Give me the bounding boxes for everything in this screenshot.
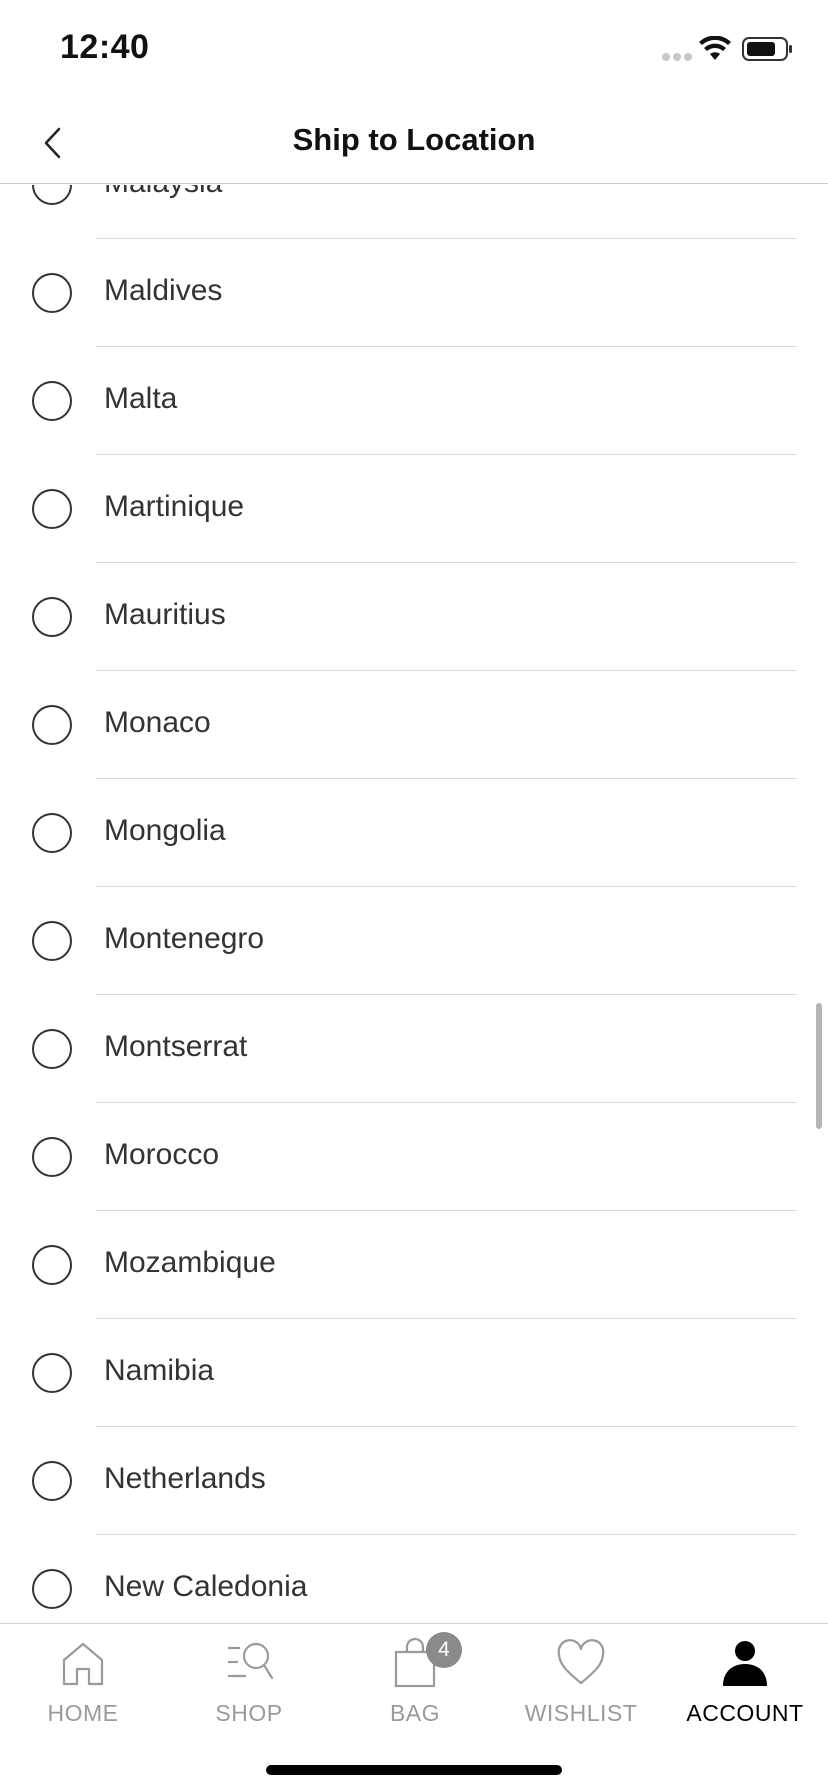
scrollbar[interactable] [816, 1003, 822, 1129]
bag-count-badge: 4 [426, 1632, 462, 1668]
home-indicator [266, 1765, 562, 1775]
country-label: Mauritius [104, 598, 226, 631]
heart-icon [557, 1639, 605, 1685]
tab-shop[interactable]: SHOP [166, 1632, 332, 1742]
country-row[interactable]: New Caledonia [0, 1535, 828, 1609]
shop-search-icon [228, 1642, 274, 1680]
country-label: Monaco [104, 706, 211, 739]
country-row[interactable]: Namibia [0, 1319, 828, 1427]
radio-button[interactable] [32, 813, 72, 853]
tab-label: WISHLIST [524, 1700, 638, 1726]
person-icon [723, 1641, 767, 1686]
tab-wishlist[interactable]: WISHLIST [498, 1632, 664, 1742]
radio-button[interactable] [32, 381, 72, 421]
radio-button[interactable] [32, 1569, 72, 1609]
country-row[interactable]: Montenegro [0, 887, 828, 995]
country-label: New Caledonia [104, 1570, 308, 1603]
status-time: 12:40 [60, 28, 150, 66]
country-row[interactable]: Maldives [0, 239, 828, 347]
wifi-icon [699, 36, 731, 60]
country-row[interactable]: Mauritius [0, 563, 828, 671]
tab-label: ACCOUNT [686, 1700, 804, 1726]
radio-button[interactable] [32, 1137, 72, 1177]
tab-account[interactable]: ACCOUNT [662, 1632, 828, 1742]
radio-button[interactable] [32, 921, 72, 961]
radio-button[interactable] [32, 185, 72, 205]
country-row[interactable]: Netherlands [0, 1427, 828, 1535]
tab-bag[interactable]: 4 BAG [332, 1632, 498, 1742]
cellular-signal-icon [662, 48, 695, 66]
page-title: Ship to Location [292, 122, 536, 157]
radio-button[interactable] [32, 1029, 72, 1069]
battery-icon [742, 37, 792, 61]
country-row[interactable]: Mozambique [0, 1211, 828, 1319]
country-label: Malaysia [104, 185, 222, 200]
tab-label: BAG [389, 1700, 441, 1726]
country-label: Namibia [104, 1354, 215, 1387]
country-label: Mozambique [104, 1246, 276, 1279]
country-row[interactable]: Monaco [0, 671, 828, 779]
radio-button[interactable] [32, 273, 72, 313]
country-label: Maldives [104, 274, 223, 307]
radio-button[interactable] [32, 1353, 72, 1393]
country-label: Montenegro [104, 922, 265, 955]
tab-label: HOME [47, 1700, 119, 1726]
country-row[interactable]: Martinique [0, 455, 828, 563]
country-list[interactable]: Malaysia Maldives Malta Martinique Mauri… [0, 185, 828, 1609]
country-label: Montserrat [104, 1030, 248, 1063]
country-label: Netherlands [104, 1462, 266, 1495]
country-row[interactable]: Morocco [0, 1103, 828, 1211]
country-row[interactable]: Malaysia [0, 185, 828, 239]
country-label: Mongolia [104, 814, 226, 847]
radio-button[interactable] [32, 597, 72, 637]
tab-label: SHOP [215, 1700, 283, 1726]
country-row[interactable]: Montserrat [0, 995, 828, 1103]
tab-home[interactable]: HOME [0, 1632, 166, 1742]
country-label: Morocco [104, 1138, 220, 1171]
radio-button[interactable] [32, 705, 72, 745]
country-label: Malta [104, 382, 178, 415]
ship-to-location-screen: 12:40 Ship to Location Malaysia Maldives… [0, 0, 828, 1792]
country-row[interactable]: Mongolia [0, 779, 828, 887]
navigation-header: Ship to Location [0, 100, 828, 184]
status-bar: 12:40 [0, 0, 828, 100]
radio-button[interactable] [32, 1245, 72, 1285]
country-row[interactable]: Malta [0, 347, 828, 455]
radio-button[interactable] [32, 489, 72, 529]
radio-button[interactable] [32, 1461, 72, 1501]
country-label: Martinique [104, 490, 245, 523]
home-icon [62, 1642, 104, 1686]
